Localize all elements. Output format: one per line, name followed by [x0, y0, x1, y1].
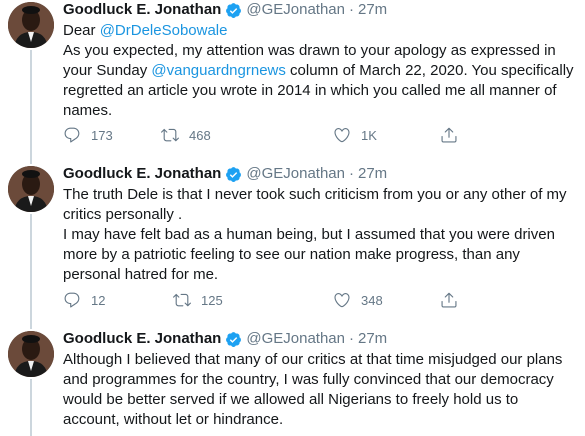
like-count: 1K: [361, 127, 377, 143]
separator-dot: ·: [348, 330, 354, 347]
retweet-button[interactable]: 125: [173, 290, 223, 310]
retweet-icon: [161, 128, 179, 142]
retweet-icon: [173, 293, 191, 307]
author-handle[interactable]: @GEJonathan: [246, 0, 345, 20]
separator-dot: ·: [348, 1, 354, 18]
thread-line: [30, 214, 32, 325]
tweet-header: Goodluck E. Jonathan @GEJonathan · 27m: [63, 0, 575, 20]
retweet-count: 125: [201, 292, 223, 308]
avatar[interactable]: [8, 2, 54, 48]
tweet-text-part: Dear: [63, 22, 100, 39]
share-icon: [441, 127, 457, 143]
reply-count: 12: [91, 292, 106, 308]
reply-count: 173: [91, 127, 113, 143]
thread-line: [30, 50, 32, 160]
thread-line: [30, 325, 32, 329]
heart-icon: [334, 293, 350, 308]
author-name[interactable]: Goodluck E. Jonathan: [63, 0, 221, 20]
mention-link[interactable]: @DrDeleSobowale: [100, 22, 228, 39]
action-bar: 173 468 1K: [63, 125, 483, 145]
share-button[interactable]: [440, 125, 458, 145]
reply-icon: [64, 127, 80, 143]
share-icon: [441, 292, 457, 308]
tweet-2[interactable]: Goodluck E. Jonathan @GEJonathan · 27m T…: [0, 160, 585, 325]
separator-dot: ·: [348, 165, 354, 182]
author-handle[interactable]: @GEJonathan: [246, 164, 345, 184]
reply-icon: [64, 292, 80, 308]
thread-line: [30, 379, 32, 436]
verified-badge-icon: [226, 331, 242, 347]
tweet-text: Dear @DrDeleSobowale As you expected, my…: [63, 21, 575, 121]
action-bar: 12 125 348: [63, 290, 483, 310]
tweet-text: Although I believed that many of our cri…: [63, 351, 563, 428]
avatar[interactable]: [8, 331, 54, 377]
heart-icon: [334, 128, 350, 143]
timestamp[interactable]: 27m: [358, 0, 387, 20]
verified-badge-icon: [226, 166, 242, 182]
tweet-text: The truth Dele is that I never took such…: [63, 186, 567, 283]
timestamp[interactable]: 27m: [358, 329, 387, 349]
reply-button[interactable]: 12: [63, 290, 105, 310]
retweet-button[interactable]: 468: [161, 125, 211, 145]
author-handle[interactable]: @GEJonathan: [246, 329, 345, 349]
mention-link[interactable]: @vanguardngrnews: [151, 62, 285, 79]
verified-badge-icon: [226, 2, 242, 18]
author-name[interactable]: Goodluck E. Jonathan: [63, 164, 221, 184]
tweet-header: Goodluck E. Jonathan @GEJonathan · 27m: [63, 329, 575, 349]
share-button[interactable]: [440, 290, 458, 310]
author-name[interactable]: Goodluck E. Jonathan: [63, 329, 221, 349]
tweet-header: Goodluck E. Jonathan @GEJonathan · 27m: [63, 164, 575, 184]
retweet-count: 468: [189, 127, 211, 143]
tweet-1[interactable]: Goodluck E. Jonathan @GEJonathan · 27m D…: [0, 0, 585, 160]
thread-line: [30, 160, 32, 164]
timestamp[interactable]: 27m: [358, 164, 387, 184]
like-button[interactable]: 348: [333, 290, 383, 310]
avatar[interactable]: [8, 166, 54, 212]
like-button[interactable]: 1K: [333, 125, 377, 145]
reply-button[interactable]: 173: [63, 125, 113, 145]
like-count: 348: [361, 292, 383, 308]
tweet-3[interactable]: Goodluck E. Jonathan @GEJonathan · 27m A…: [0, 325, 585, 436]
